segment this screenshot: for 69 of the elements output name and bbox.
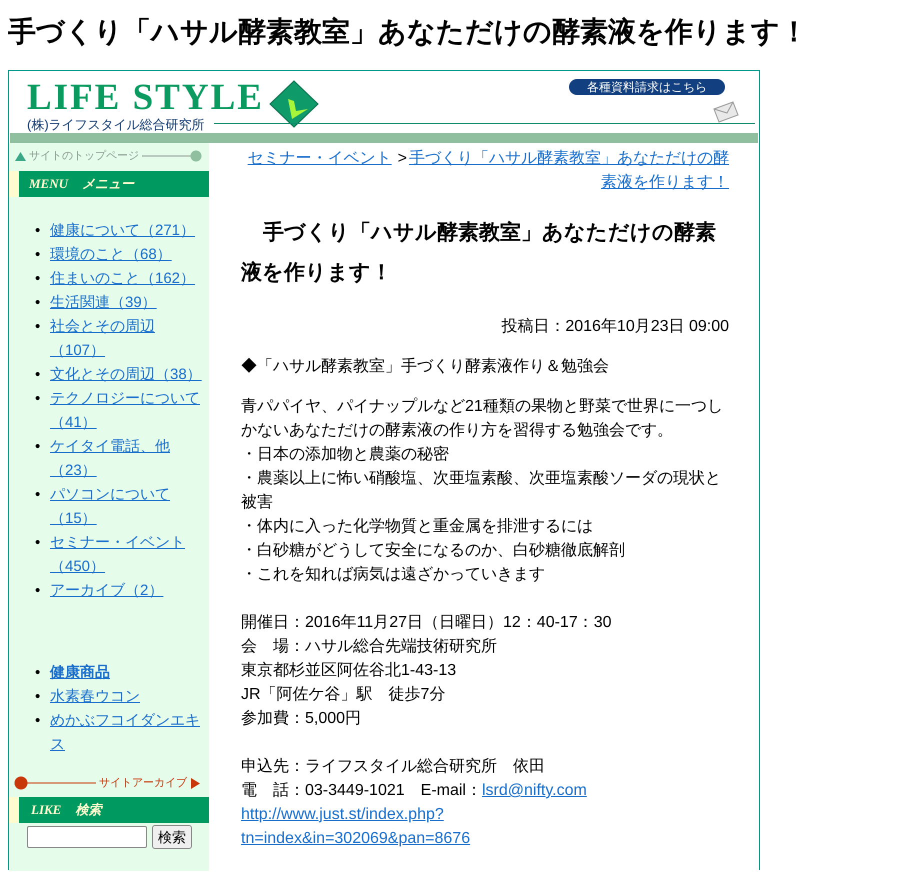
body-text: ・白砂糖がどうして安全になるのか、白砂糖徹底解剖: [241, 540, 626, 561]
body-text: ・農薬以上に怖い硝酸塩、次亜塩素酸、次亜塩素酸ソーダの現状と被害: [241, 468, 722, 513]
bullet: •: [35, 269, 42, 289]
body-text: 会 場：ハサル総合先端技術研究所: [241, 636, 498, 657]
bullet: •: [35, 437, 42, 457]
bullet: •: [35, 663, 42, 683]
line-dot-icon: [14, 776, 96, 790]
breadcrumb-link[interactable]: 手づくり「ハサル酵素教室」あなただけの酵素液を作ります！: [407, 147, 729, 195]
body-text: 青パパイヤ、パイナップルなど21種類の果物と野菜で世界に一つしかないあなただけの酵素液の作り方を習得する勉強会です。: [241, 396, 724, 441]
triangle-up-icon: [15, 152, 26, 160]
heading-accent: [9, 171, 19, 197]
search-input[interactable]: [27, 826, 147, 848]
menu-link[interactable]: テクノロジーについて（41）: [50, 387, 209, 435]
bullet: •: [35, 533, 42, 553]
menu-link[interactable]: アーカイブ（2）: [50, 579, 164, 603]
body-text: ・日本の添加物と農薬の秘密: [241, 444, 450, 465]
body-text: 申込先：ライフスタイル総合研究所 依田: [241, 756, 546, 777]
menu-link[interactable]: 環境のこと（68）: [50, 243, 172, 267]
body-text: 東京都杉並区阿佐谷北1-43-13: [241, 660, 458, 681]
menu-heading-ja: メニュー: [82, 175, 134, 194]
article-title: 手づくり「ハサル酵素教室」あなただけの酵素液を作ります！: [241, 220, 717, 286]
menu-link[interactable]: パソコンについて（15）: [50, 483, 209, 531]
body-text: JR「阿佐ケ谷」駅 徒歩7分: [241, 684, 446, 705]
product-link[interactable]: 水素春ウコン: [50, 685, 140, 709]
product-link[interactable]: めかぶフコイダンエキス: [50, 709, 209, 757]
menu-link[interactable]: 健康について（271）: [50, 219, 196, 243]
menu-link[interactable]: セミナー・イベント（450）: [50, 531, 209, 579]
line-dot-icon: [142, 150, 202, 162]
body-text: ・これを知れば病気は遠ざかっていきます: [241, 564, 546, 585]
bullet: •: [35, 485, 42, 505]
email-link[interactable]: lsrd@nifty.com: [482, 782, 587, 799]
top-page-link[interactable]: サイトのトップページ: [29, 149, 139, 163]
body-text: 参加費：5,000円: [241, 708, 362, 729]
url-link[interactable]: http://www.just.st/index.php?tn=index&in=302069&pan=8676: [241, 803, 671, 851]
search-button[interactable]: 検索: [152, 825, 192, 849]
bullet: •: [35, 221, 42, 241]
bullet: •: [35, 687, 42, 707]
bullet: •: [35, 711, 42, 731]
body-text: ・体内に入った化学物質と重金属を排泄するには: [241, 516, 594, 537]
search-heading-ja: 検索: [75, 801, 102, 820]
menu-link[interactable]: 生活関連（39）: [50, 291, 157, 315]
product-link[interactable]: 健康商品: [50, 661, 110, 685]
page-title: 手づくり「ハサル酵素教室」あなただけの酵素液を作ります！: [7, 15, 809, 49]
body-text: 開催日：2016年11月27日（日曜日）12：40-17：30: [241, 613, 613, 633]
breadcrumb-link[interactable]: セミナー・イベント: [248, 147, 392, 171]
triangle-right-icon: [191, 778, 200, 788]
bullet: •: [35, 389, 42, 409]
bullet: •: [35, 317, 42, 337]
heading-accent: [9, 797, 19, 823]
search-heading-en: LIKE: [31, 801, 62, 820]
post-date: 投稿日：2016年10月23日 09:00: [500, 316, 729, 337]
bullet: •: [35, 581, 42, 601]
breadcrumb-separator: >: [398, 149, 407, 169]
logo-text: LIFE STYLE: [27, 81, 264, 115]
menu-link[interactable]: 文化とその周辺（38）: [50, 363, 202, 387]
menu-heading-en: MENU: [29, 175, 68, 194]
article-subtitle: ◆「ハサル酵素教室」手づくり酵素液作り＆勉強会: [241, 356, 610, 377]
request-materials-button[interactable]: 各種資料請求はこちら: [569, 79, 725, 95]
envelope-icon[interactable]: [713, 101, 739, 123]
bullet: •: [35, 245, 42, 265]
company-name: (株)ライフスタイル総合研究所: [27, 117, 206, 133]
bullet: •: [35, 365, 42, 385]
menu-link[interactable]: 社会とその周辺（107）: [50, 315, 209, 363]
menu-link[interactable]: 住まいのこと（162）: [50, 267, 196, 291]
menu-link[interactable]: ケイタイ電話、他（23）: [50, 435, 209, 483]
diamond-logo-icon: [268, 79, 320, 129]
bullet: •: [35, 293, 42, 313]
site-archive-link[interactable]: サイトアーカイブ: [99, 776, 187, 790]
contact-line: 電 話：03-3449-1021 E-mail：lsrd@nifty.com: [241, 780, 588, 801]
